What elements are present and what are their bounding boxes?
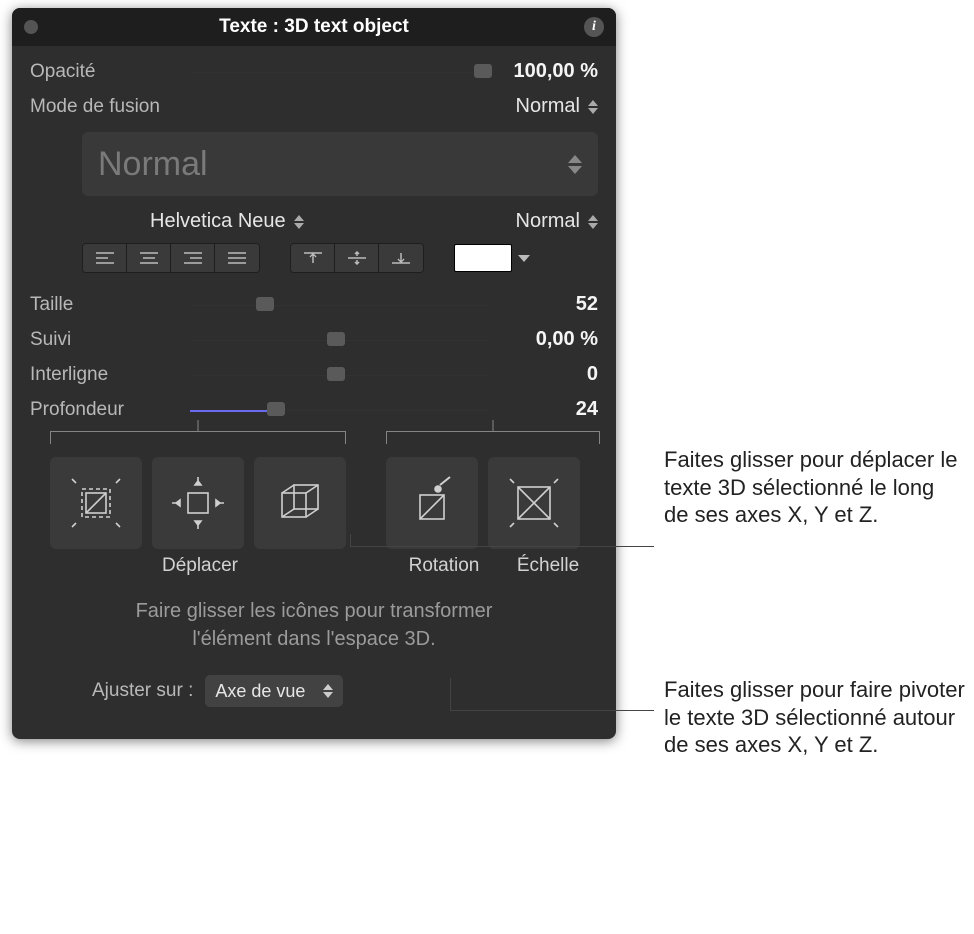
adjust-select[interactable]: Axe de vue [205,675,343,707]
style-value: Normal [98,145,208,184]
size-value[interactable]: 52 [488,293,598,316]
move-depth-icon [268,471,332,535]
color-swatch[interactable] [454,244,512,272]
align-left-icon [95,251,115,265]
font-family-select[interactable]: Helvetica Neue [150,210,304,233]
opacity-row: Opacité 100,00 % [12,54,616,89]
style-select[interactable]: Normal [82,132,598,196]
chevron-up-down-icon [568,155,582,174]
move-xy-button[interactable] [50,457,142,549]
valign-top-icon [303,251,323,265]
tracking-value[interactable]: 0,00 % [488,328,598,351]
align-right-icon [183,251,203,265]
font-weight-value: Normal [516,210,580,233]
align-justify-icon [227,251,247,265]
move-z-button[interactable] [152,457,244,549]
callout-leader-1 [350,546,654,547]
valign-bottom-button[interactable] [379,244,423,272]
tracking-label: Suivi [30,329,190,351]
size-row: Taille 52 [12,287,616,322]
horizontal-align-segment [82,243,260,273]
inspector-panel: Texte : 3D text object i Opacité 100,00 … [12,8,616,739]
leading-slider[interactable] [190,365,488,385]
move-xy-icon [64,471,128,535]
size-slider[interactable] [190,295,488,315]
opacity-slider[interactable] [190,62,488,82]
move-label: Déplacer [50,555,350,577]
color-dropdown-button[interactable] [518,255,530,262]
formatting-toolbar [12,243,616,287]
transform-hint: Faire glisser les icônes pour transforme… [12,587,616,675]
opacity-value[interactable]: 100,00 % [488,60,598,83]
rotate-icon [400,471,464,535]
scale-label: Échelle [498,555,598,577]
chevron-up-down-icon [294,215,304,229]
chevron-up-down-icon [323,684,333,698]
font-row: Helvetica Neue Normal [12,206,616,243]
move-z-icon [166,471,230,535]
tracking-slider[interactable] [190,330,488,350]
slider-thumb-icon[interactable] [256,297,274,311]
adjust-value: Axe de vue [215,681,305,702]
transform-labels: Déplacer Rotation Échelle [12,549,616,587]
scale-button[interactable] [488,457,580,549]
slider-thumb-icon[interactable] [327,332,345,346]
depth-row: Profondeur 24 [12,392,616,427]
scale-icon [502,471,566,535]
depth-slider[interactable] [190,400,488,420]
chevron-up-down-icon [588,215,598,229]
blend-mode-label: Mode de fusion [30,96,190,118]
hint-line1: Faire glisser les icônes pour transforme… [52,597,576,625]
valign-middle-icon [347,251,367,265]
depth-value[interactable]: 24 [488,398,598,421]
titlebar: Texte : 3D text object i [12,8,616,46]
window-title: Texte : 3D text object [12,16,616,38]
blend-mode-select[interactable]: Normal [516,95,598,118]
chevron-up-down-icon [588,100,598,114]
valign-bottom-icon [391,251,411,265]
rotate-button[interactable] [386,457,478,549]
slider-thumb-icon[interactable] [267,402,285,416]
hint-line2: l'élément dans l'espace 3D. [52,625,576,653]
vertical-align-segment [290,243,424,273]
tracking-row: Suivi 0,00 % [12,322,616,357]
align-center-button[interactable] [127,244,171,272]
callout-move: Faites glisser pour déplacer le texte 3D… [664,446,964,529]
callout-leader-2 [450,710,654,711]
align-right-button[interactable] [171,244,215,272]
rotate-label: Rotation [394,555,494,577]
align-left-button[interactable] [83,244,127,272]
move-depth-button[interactable] [254,457,346,549]
bracket-decor [50,431,598,455]
depth-label: Profondeur [30,399,190,421]
slider-thumb-icon[interactable] [327,367,345,381]
adjust-label: Ajuster sur : [92,680,193,702]
chevron-down-icon [518,255,530,262]
font-weight-select[interactable]: Normal [516,210,598,233]
size-label: Taille [30,294,190,316]
blend-mode-row: Mode de fusion Normal [12,89,616,124]
move-group [50,457,346,549]
slider-thumb-icon[interactable] [474,64,492,78]
valign-top-button[interactable] [291,244,335,272]
align-center-icon [139,251,159,265]
adjust-row: Ajuster sur : Axe de vue [12,675,616,721]
leading-value[interactable]: 0 [488,363,598,386]
blend-mode-value: Normal [516,95,580,118]
leading-label: Interligne [30,364,190,386]
align-justify-button[interactable] [215,244,259,272]
opacity-label: Opacité [30,61,190,83]
callout-rotate: Faites glisser pour faire pivoter le tex… [664,676,974,759]
font-family-value: Helvetica Neue [150,210,286,233]
leading-row: Interligne 0 [12,357,616,392]
valign-middle-button[interactable] [335,244,379,272]
transform-3d-tools [12,457,616,549]
